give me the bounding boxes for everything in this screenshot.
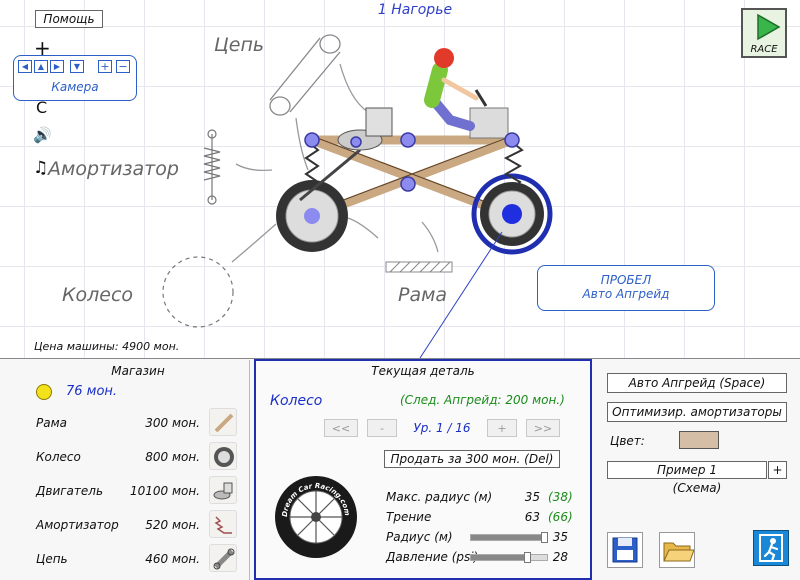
stat-value: 35 (524, 490, 540, 504)
pressure-slider[interactable] (470, 552, 548, 563)
frame-part-icon[interactable] (209, 408, 237, 436)
stat-label: Трение (386, 510, 432, 524)
radius-slider-knob[interactable] (541, 532, 549, 543)
shop-item-price: 520 мон. (145, 518, 200, 532)
stat-value: 63 (524, 510, 540, 524)
shop-item-price: 460 мон. (145, 552, 200, 566)
level-last-button[interactable]: >> (526, 419, 560, 437)
coin-icon (36, 384, 52, 400)
front-wheel-icon (471, 173, 553, 255)
shock-part-icon[interactable] (209, 510, 237, 538)
exit-icon (759, 534, 783, 563)
auto-upgrade-button[interactable]: Авто Апгрейд (Space) (607, 373, 787, 393)
wheel-sketch-icon (162, 256, 234, 328)
shop-item-name[interactable]: Рама (36, 416, 67, 430)
chain-part-icon[interactable] (209, 544, 237, 572)
shop-item-name[interactable]: Двигатель (36, 484, 103, 498)
stat-next-value: (38) (548, 490, 573, 504)
shock-sketch-icon (203, 129, 221, 205)
space-hint-bubble[interactable]: ПРОБЕЛ Авто Апгрейд (537, 265, 715, 311)
engine-part-icon[interactable] (209, 476, 237, 504)
color-label: Цвет: (610, 434, 645, 448)
space-hint-line2: Авто Апгрейд (582, 287, 670, 301)
open-button[interactable] (659, 532, 695, 568)
shop-item-name[interactable]: Амортизатор (36, 518, 119, 532)
level-down-button[interactable]: - (367, 419, 397, 437)
slider-label: Давление (psi) (386, 550, 479, 564)
car-price: Цена машины: 4900 мон. (34, 340, 180, 353)
shop-title: Магазин (111, 364, 165, 378)
scheme-caption: (Схема) (672, 481, 722, 495)
save-button[interactable] (607, 532, 643, 568)
space-hint-line1: ПРОБЕЛ (600, 273, 652, 287)
rider-icon (424, 48, 509, 139)
save-icon (612, 537, 638, 563)
optimize-shocks-button[interactable]: Оптимизир. амортизаторы (607, 402, 787, 422)
folder-icon (663, 542, 694, 562)
shop-item-price: 800 мон. (145, 450, 200, 464)
scheme-select[interactable]: Пример 1 (607, 461, 767, 479)
chain-sketch-icon (269, 34, 341, 116)
color-swatch[interactable] (679, 431, 719, 449)
shop-item-price: 300 мон. (145, 416, 200, 430)
slider-value: 35 (552, 530, 568, 544)
stat-label: Макс. радиус (м) (386, 490, 493, 504)
level-first-button[interactable]: << (324, 419, 358, 437)
next-upgrade-cost: (След. Апгрейд: 200 мон.) (400, 393, 565, 407)
pressure-slider-knob[interactable] (524, 552, 531, 563)
radius-slider[interactable] (470, 532, 549, 543)
scheme-add-button[interactable]: + (768, 461, 787, 479)
exit-button[interactable] (753, 530, 789, 566)
shop-item-name[interactable]: Цепь (36, 552, 68, 566)
current-part-name: Колесо (270, 393, 323, 409)
slider-value: 28 (552, 550, 568, 564)
wheel-part-icon[interactable] (209, 442, 237, 470)
shop-item-name[interactable]: Колесо (36, 450, 81, 464)
current-part-title: Текущая деталь (371, 364, 475, 378)
stat-next-value: (66) (548, 510, 573, 524)
frame-sketch-icon (385, 261, 453, 273)
part-level: Ур. 1 / 16 (413, 421, 471, 435)
level-up-button[interactable]: + (487, 419, 517, 437)
tire-image: Dream Car Racing.com (275, 476, 357, 558)
sell-button[interactable]: Продать за 300 мон. (Del) (384, 450, 560, 468)
slider-label: Радиус (м) (386, 530, 453, 544)
shop-item-price: 10100 мон. (129, 484, 200, 498)
shop-money: 76 мон. (66, 384, 118, 399)
